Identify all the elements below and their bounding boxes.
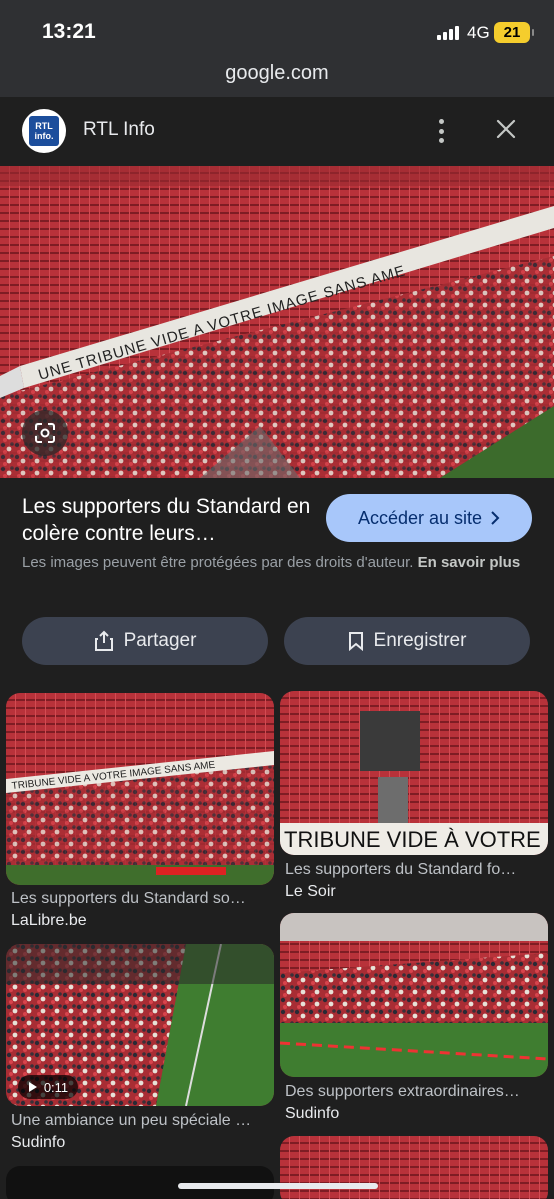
lens-icon [35, 423, 55, 443]
play-icon [28, 1082, 37, 1092]
visit-site-button[interactable]: Accéder au site [326, 494, 532, 542]
svg-text:TRIBUNE VIDE À VOTRE IMAGE: TRIBUNE VIDE À VOTRE IMAGE [284, 827, 548, 852]
kebab-menu-icon[interactable] [432, 117, 450, 145]
save-button[interactable]: Enregistrer [284, 617, 530, 665]
image-source-header: RTL info. RTL Info [0, 97, 554, 166]
visit-site-label: Accéder au site [357, 507, 483, 528]
rtl-logo-icon: RTL info. [29, 116, 59, 146]
result-caption[interactable]: Les supporters du Standard so… [11, 890, 271, 908]
result-caption[interactable]: Une ambiance un peu spéciale … [11, 1112, 271, 1130]
result-caption[interactable]: Les supporters du Standard fo… [285, 861, 547, 879]
copyright-notice: Les images peuvent être protégées par de… [22, 552, 532, 574]
learn-more-link[interactable]: En savoir plus [418, 554, 521, 571]
status-time: 13:21 [42, 20, 96, 43]
chevron-right-icon [491, 511, 500, 525]
copyright-text: Les images peuvent être protégées par de… [22, 554, 414, 571]
result-site: Sudinfo [285, 1105, 340, 1122]
video-duration-badge: 0:11 [18, 1075, 78, 1099]
result-thumbnail[interactable] [280, 1136, 548, 1199]
source-logo[interactable]: RTL info. [22, 109, 66, 153]
close-icon[interactable] [494, 117, 518, 141]
signal-icon [437, 26, 459, 40]
result-site: Sudinfo [11, 1134, 66, 1151]
share-button[interactable]: Partager [22, 617, 268, 665]
battery-icon: 21 [494, 22, 534, 43]
video-duration: 0:11 [43, 1079, 69, 1095]
save-label: Enregistrer [373, 630, 467, 651]
share-label: Partager [123, 630, 197, 651]
bookmark-icon [348, 632, 363, 651]
result-site: LaLibre.be [11, 912, 87, 929]
result-thumbnail[interactable]: TRIBUNE VIDE À VOTRE IMAGE [280, 691, 548, 855]
home-indicator[interactable] [178, 1183, 378, 1189]
main-image[interactable]: UNE TRIBUNE VIDE A VOTRE IMAGE SANS AME [0, 166, 554, 478]
result-thumbnail[interactable]: TRIBUNE VIDE A VOTRE IMAGE SANS AME [6, 693, 274, 885]
image-title[interactable]: Les supporters du Standard en colère con… [22, 493, 317, 547]
source-name[interactable]: RTL Info [83, 119, 155, 141]
lens-button[interactable] [22, 410, 68, 456]
result-site: Le Soir [285, 883, 336, 900]
result-caption[interactable]: Des supporters extraordinaires… [285, 1083, 547, 1101]
network-type: 4G [467, 23, 490, 42]
share-icon [94, 630, 113, 651]
url-bar[interactable]: google.com [0, 62, 554, 85]
browser-top-bar: 13:21 4G 21 google.com [0, 0, 554, 97]
result-thumbnail[interactable] [280, 913, 548, 1077]
